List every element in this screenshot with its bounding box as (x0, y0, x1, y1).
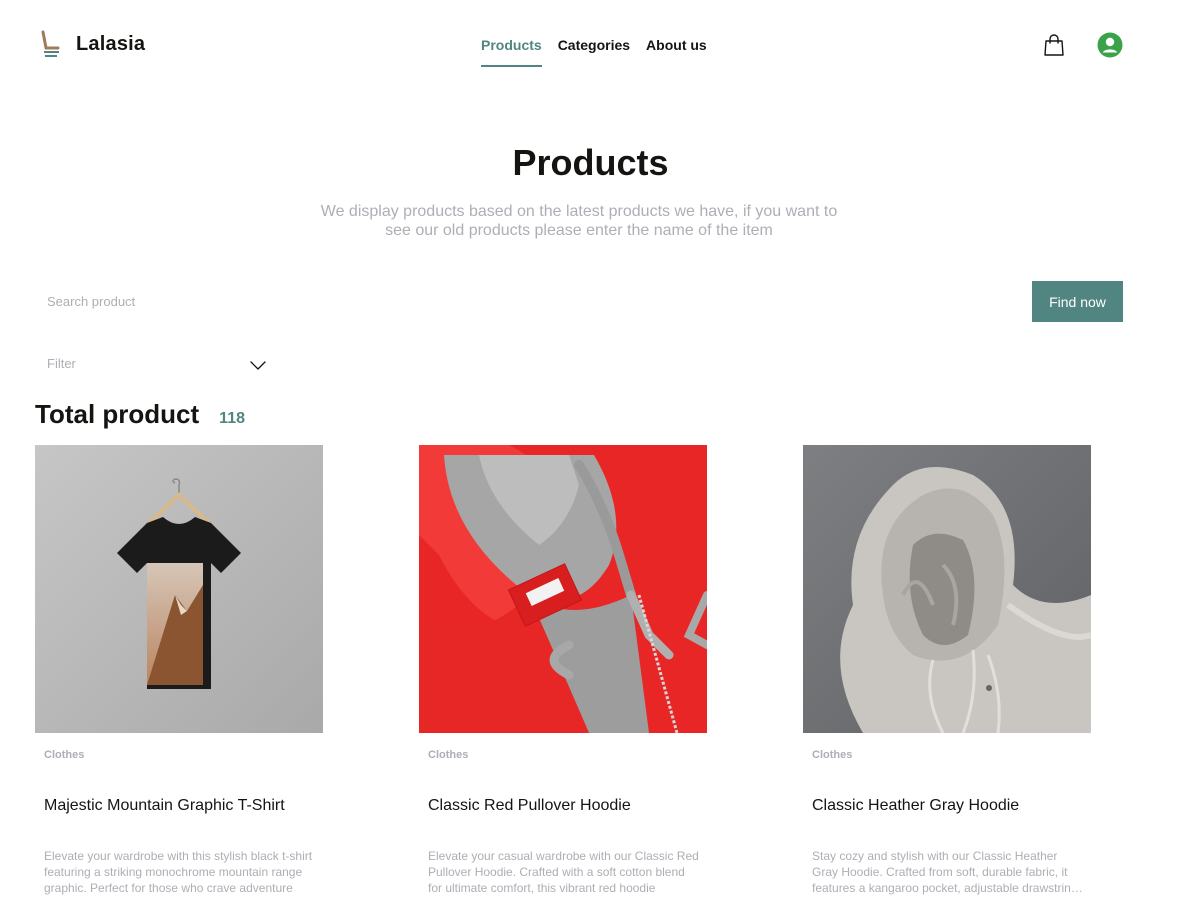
product-card[interactable]: Clothes Majestic Mountain Graphic T-Shir… (35, 445, 323, 895)
total-products: Total product 118 (35, 399, 245, 430)
main-nav: Products Categories About us (481, 37, 707, 67)
product-title[interactable]: Classic Red Pullover Hoodie (428, 797, 631, 815)
nav-item-about-us[interactable]: About us (646, 37, 707, 65)
page-title: Products (512, 142, 669, 183)
filter-dropdown[interactable]: Filter (35, 345, 267, 381)
total-product-count: 118 (219, 410, 245, 427)
product-image[interactable] (419, 445, 707, 733)
product-image[interactable] (35, 445, 323, 733)
product-category: Clothes (812, 749, 853, 761)
search-input[interactable] (35, 281, 1032, 322)
find-now-button[interactable]: Find now (1032, 281, 1123, 322)
product-image[interactable] (803, 445, 1091, 733)
brand-name: Lalasia (76, 32, 146, 55)
chair-logo-icon (41, 30, 60, 57)
product-description: Elevate your wardrobe with this stylish … (44, 849, 313, 895)
user-avatar-icon[interactable] (1097, 32, 1123, 58)
product-card[interactable]: Clothes Classic Heather Gray Hoodie Stay… (803, 445, 1091, 895)
filter-label: Filter (47, 355, 76, 371)
chevron-down-icon (250, 361, 266, 370)
product-description: Elevate your casual wardrobe with our Cl… (428, 849, 699, 895)
shopping-bag-icon[interactable] (1041, 32, 1067, 58)
red-hoodie-image (419, 445, 707, 733)
page-subtitle: We display products based on the latest … (320, 203, 838, 239)
site-header: Lalasia Products Categories About us (0, 0, 1181, 90)
tshirt-image (35, 445, 323, 733)
gray-hoodie-image (803, 445, 1091, 733)
product-title[interactable]: Classic Heather Gray Hoodie (812, 797, 1019, 815)
product-description: Stay cozy and stylish with our Classic H… (812, 849, 1078, 895)
search-bar (35, 281, 1032, 322)
total-product-heading: Total product (35, 399, 200, 429)
product-title[interactable]: Majestic Mountain Graphic T-Shirt (44, 797, 285, 815)
product-card[interactable]: Clothes Classic Red Pullover Hoodie Elev… (419, 445, 707, 895)
product-category: Clothes (44, 749, 85, 761)
nav-item-products[interactable]: Products (481, 37, 542, 67)
brand-logo[interactable]: Lalasia (38, 30, 145, 58)
product-category: Clothes (428, 749, 469, 761)
nav-item-categories[interactable]: Categories (558, 37, 630, 65)
